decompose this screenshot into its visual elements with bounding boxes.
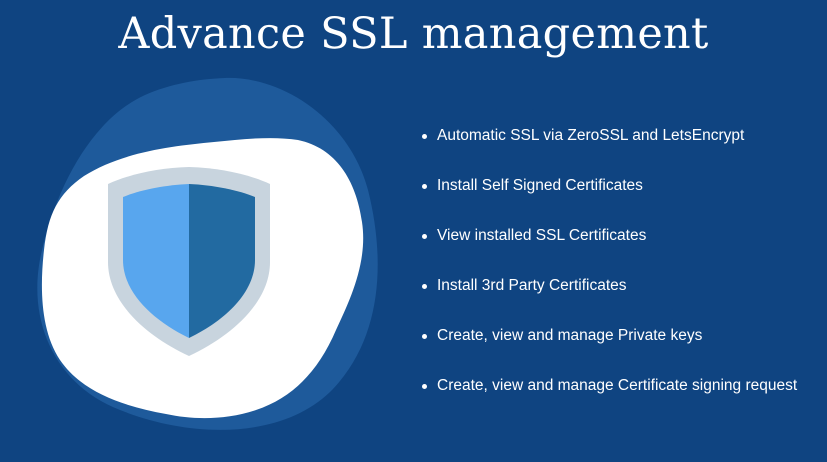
feature-item: Install Self Signed Certificates bbox=[421, 174, 821, 198]
feature-text: View installed SSL Certificates bbox=[437, 227, 647, 244]
feature-list: Automatic SSL via ZeroSSL and LetsEncryp… bbox=[421, 124, 821, 398]
feature-item: View installed SSL Certificates bbox=[421, 224, 821, 248]
bullet-dot bbox=[422, 134, 427, 139]
feature-item: Create, view and manage Certificate sign… bbox=[421, 374, 821, 398]
feature-text: Create, view and manage Private keys bbox=[437, 327, 703, 344]
bullet-dot bbox=[422, 384, 427, 389]
bullet-dot bbox=[422, 234, 427, 239]
feature-item: Create, view and manage Private keys bbox=[421, 324, 821, 348]
feature-text: Create, view and manage Certificate sign… bbox=[437, 377, 798, 394]
feature-text: Install 3rd Party Certificates bbox=[437, 277, 627, 294]
bullet-dot bbox=[422, 284, 427, 289]
feature-item: Install 3rd Party Certificates bbox=[421, 274, 821, 298]
bullet-dot bbox=[422, 334, 427, 339]
feature-text: Automatic SSL via ZeroSSL and LetsEncryp… bbox=[437, 127, 745, 144]
feature-text: Install Self Signed Certificates bbox=[437, 177, 643, 194]
feature-item: Automatic SSL via ZeroSSL and LetsEncryp… bbox=[421, 124, 821, 148]
bullet-dot bbox=[422, 184, 427, 189]
slide: Advance SSL management Automatic SSL via… bbox=[0, 0, 827, 462]
